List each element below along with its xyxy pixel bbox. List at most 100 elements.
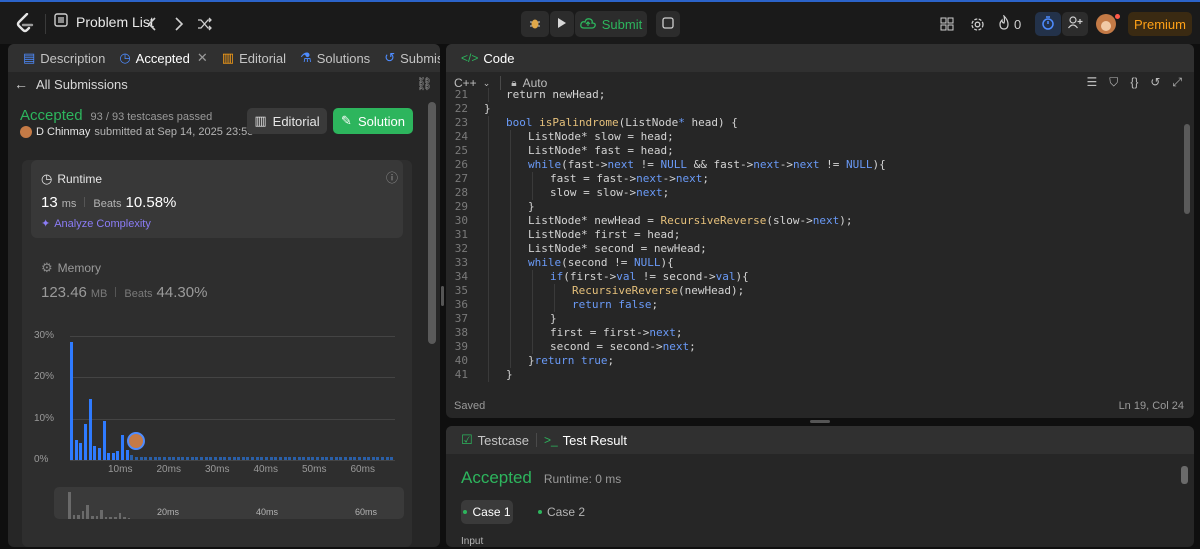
runtime-card[interactable]: ◷ Runtime ⓘ 13 ms Beats 10.58% ✦ Analyze… — [31, 160, 403, 238]
chart-bar[interactable] — [306, 456, 310, 460]
chart-bar[interactable] — [357, 456, 361, 460]
editorial-button[interactable]: ▥ Editorial — [247, 108, 327, 134]
code-line[interactable]: 32 ListNode* second = newHead; — [446, 242, 1176, 256]
layout-grid-icon[interactable] — [936, 13, 958, 35]
run-button[interactable] — [550, 11, 574, 37]
chart-bar[interactable] — [186, 456, 190, 460]
chart-bar[interactable] — [162, 456, 166, 460]
info-icon[interactable]: ⓘ — [386, 169, 398, 186]
chart-bar[interactable] — [172, 456, 176, 460]
scrollbar[interactable] — [1181, 466, 1188, 484]
chart-bar[interactable] — [390, 456, 394, 460]
chart-bar[interactable] — [274, 456, 278, 460]
leetcode-logo-icon[interactable] — [16, 13, 34, 33]
chart-bar[interactable] — [330, 456, 334, 460]
code-line[interactable]: 35 RecursiveReverse(newHead); — [446, 284, 1176, 298]
code-line[interactable]: 24 ListNode* slow = head; — [446, 130, 1176, 144]
chart-bar[interactable] — [283, 456, 287, 460]
chart-bar[interactable] — [297, 456, 301, 460]
chart-bar[interactable] — [218, 456, 222, 460]
author-name[interactable]: D Chinmay — [36, 126, 90, 138]
tab-description[interactable]: ▤ Description — [16, 44, 112, 72]
chart-bar[interactable] — [204, 456, 208, 460]
settings-gear-icon[interactable] — [966, 13, 988, 35]
horizontal-resize-handle[interactable] — [810, 420, 830, 423]
avatar[interactable] — [1096, 14, 1116, 34]
chart-bar[interactable] — [148, 456, 152, 460]
chart-bar[interactable] — [181, 456, 185, 460]
code-line[interactable]: 30 ListNode* newHead = RecursiveReverse(s… — [446, 214, 1176, 228]
code-line[interactable]: 38 first = first->next; — [446, 326, 1176, 340]
code-line[interactable]: 25 ListNode* fast = head; — [446, 144, 1176, 158]
submit-button[interactable]: Submit — [575, 11, 647, 37]
chart-bar[interactable] — [213, 456, 217, 460]
chart-bar[interactable] — [83, 423, 87, 460]
chart-bar[interactable] — [246, 456, 250, 460]
chart-bar[interactable] — [93, 445, 97, 460]
chart-bar[interactable] — [88, 398, 92, 460]
chart-bar[interactable] — [302, 456, 306, 460]
chart-bar[interactable] — [153, 456, 157, 460]
chart-bar[interactable] — [223, 456, 227, 460]
premium-button[interactable]: Premium — [1128, 12, 1192, 36]
prev-problem-icon[interactable] — [141, 13, 163, 35]
tab-editorial[interactable]: ▥ Editorial — [215, 44, 293, 72]
solution-button[interactable]: ✎ Solution — [333, 108, 413, 134]
tab-test-result[interactable]: >_ Test Result — [537, 426, 634, 454]
vertical-resize-handle[interactable] — [441, 286, 444, 306]
chart-bar[interactable] — [288, 456, 292, 460]
debug-button[interactable] — [521, 11, 549, 37]
chart-bar[interactable] — [135, 456, 139, 460]
code-line[interactable]: 33 while(second != NULL){ — [446, 256, 1176, 270]
chart-bar[interactable] — [139, 456, 143, 460]
chart-bar[interactable] — [209, 456, 213, 460]
chart-bar[interactable] — [325, 456, 329, 460]
invite-button[interactable] — [1062, 12, 1088, 36]
code-line[interactable]: 34 if(first->val != second->val){ — [446, 270, 1176, 284]
scrollbar[interactable] — [428, 102, 436, 344]
code-line[interactable]: 31 ListNode* first = head; — [446, 228, 1176, 242]
chart-bar[interactable] — [292, 456, 296, 460]
chart-bar[interactable] — [144, 456, 148, 460]
chart-bar[interactable] — [116, 450, 120, 460]
code-line[interactable]: 22} — [446, 102, 1176, 116]
chart-bar[interactable] — [97, 447, 101, 460]
all-submissions-link[interactable]: ← All Submissions — [14, 76, 128, 92]
chart-bar[interactable] — [79, 443, 83, 460]
analyze-complexity-link[interactable]: ✦ Analyze Complexity — [41, 217, 151, 231]
chart-bar[interactable] — [251, 456, 255, 460]
code-editor[interactable]: 21 return newHead; 22} 23 bool isPalindrome(… — [446, 88, 1176, 383]
chart-bar[interactable] — [385, 456, 389, 460]
code-line[interactable]: 23 bool isPalindrome(ListNode* head) { — [446, 116, 1176, 130]
chart-bar[interactable] — [362, 456, 366, 460]
chart-bar[interactable] — [381, 456, 385, 460]
chart-bar[interactable] — [339, 456, 343, 460]
chart-bar[interactable] — [102, 420, 106, 460]
chart-bar[interactable] — [121, 435, 125, 460]
chart-bar[interactable] — [190, 456, 194, 460]
chart-bar[interactable] — [200, 456, 204, 460]
chart-bar[interactable] — [107, 452, 111, 460]
chart-bar[interactable] — [376, 456, 380, 460]
chart-bar[interactable] — [334, 456, 338, 460]
chart-bar[interactable] — [278, 456, 282, 460]
chart-bar[interactable] — [74, 440, 78, 460]
shuffle-icon[interactable] — [194, 13, 216, 35]
chart-bar[interactable] — [167, 456, 171, 460]
chart-bar[interactable] — [237, 456, 241, 460]
timer-button[interactable] — [1035, 12, 1061, 36]
chart-bar[interactable] — [255, 456, 259, 460]
chart-bar[interactable] — [265, 456, 269, 460]
memory-header[interactable]: ⚙ Memory — [41, 260, 101, 276]
chart-bar[interactable] — [269, 456, 273, 460]
chart-bar[interactable] — [311, 456, 315, 460]
chart-bar[interactable] — [348, 456, 352, 460]
chart-bar[interactable] — [176, 456, 180, 460]
chart-bar[interactable] — [232, 456, 236, 460]
code-line[interactable]: 40}return true; — [446, 354, 1176, 368]
code-line[interactable]: 37} — [446, 312, 1176, 326]
chart-bar[interactable] — [367, 456, 371, 460]
chart-bar[interactable] — [316, 456, 320, 460]
tab-code[interactable]: </> Code — [454, 44, 521, 72]
chart-bar[interactable] — [158, 456, 162, 460]
